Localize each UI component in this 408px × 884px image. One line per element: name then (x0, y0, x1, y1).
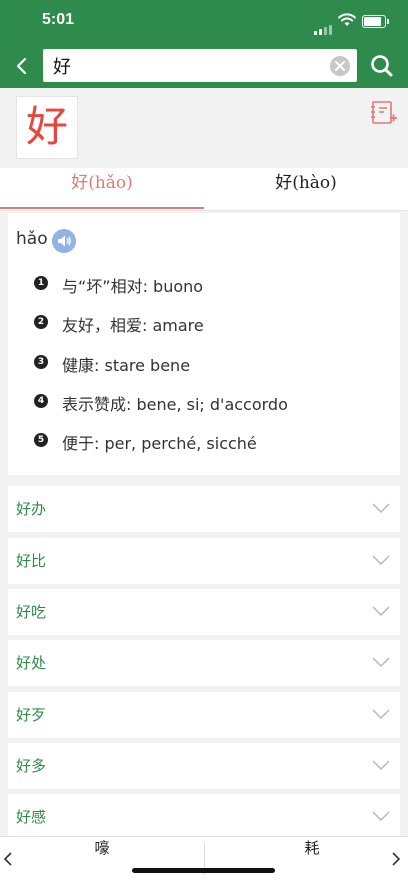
tab-hao4[interactable]: 好(hào) (204, 168, 408, 208)
word-label: 好处 (16, 654, 47, 672)
chevron-down-icon (372, 503, 390, 513)
definition-text: 与“坏”相对: buono (62, 277, 204, 296)
word-row[interactable]: 好歹 (8, 692, 400, 738)
word-label: 好办 (16, 500, 47, 518)
chevron-down-icon (372, 811, 390, 821)
status-bar: 5:01 (0, 0, 408, 44)
word-row[interactable]: 好多 (8, 743, 400, 789)
word-row[interactable]: 好比 (8, 538, 400, 584)
definition-number: 5 (34, 433, 48, 447)
chevron-down-icon (372, 555, 390, 565)
word-row[interactable]: 好处 (8, 640, 400, 686)
chevron-down-icon (372, 606, 390, 616)
search-field[interactable] (43, 49, 357, 82)
character-glyph: 好 (25, 102, 68, 151)
add-to-notebook-icon[interactable] (370, 99, 398, 127)
search-input[interactable] (53, 49, 323, 82)
chevron-down-icon (372, 709, 390, 719)
search-header (0, 44, 408, 88)
previous-word-button[interactable]: 嚎 (0, 837, 204, 881)
search-icon[interactable] (368, 52, 396, 80)
pinyin-label: hǎo (16, 229, 48, 249)
definition-number: 2 (34, 315, 48, 329)
word-label: 好比 (16, 552, 47, 570)
word-row[interactable]: 好感 (8, 794, 400, 840)
word-label: 好歹 (16, 706, 47, 724)
character-header: 好 (0, 88, 408, 168)
speaker-icon[interactable] (52, 229, 76, 253)
definition-text: 健康: stare bene (62, 356, 191, 375)
character-box: 好 (16, 96, 78, 159)
word-row[interactable]: 好吃 (8, 589, 400, 635)
tab-hao3[interactable]: 好(hǎo) (0, 168, 204, 209)
next-word-button[interactable]: 耗 (216, 837, 408, 881)
pronunciation-tabs: 好(hǎo) 好(hào) (0, 168, 408, 211)
definition-number: 4 (34, 394, 48, 408)
back-chevron-icon[interactable] (8, 52, 36, 80)
word-label: 好吃 (16, 603, 47, 621)
next-arrow-icon[interactable] (390, 851, 402, 867)
definition-text: 便于: per, perché, sicché (62, 434, 257, 453)
definition-text: 友好，相爱: amare (62, 316, 204, 335)
word-label: 好感 (16, 808, 47, 826)
home-indicator (132, 868, 275, 873)
chevron-down-icon (372, 760, 390, 770)
chevron-down-icon (372, 657, 390, 667)
word-navigation-bar: 嚎 耗 (0, 836, 408, 884)
cellular-signal-icon (314, 16, 334, 35)
clear-search-icon[interactable] (329, 55, 351, 77)
battery-icon (362, 15, 389, 28)
wifi-icon (338, 13, 356, 26)
definition-text: 表示赞成: bene, si; d'accordo (62, 395, 288, 414)
definition-number: 1 (34, 276, 48, 290)
word-row[interactable]: 好办 (8, 486, 400, 532)
definition-number: 3 (34, 355, 48, 369)
definition-card: hǎo 1 与“坏”相对: buono 2 友好，相爱: amare 3 健康:… (8, 213, 400, 475)
status-time: 5:01 (42, 11, 75, 28)
word-label: 好多 (16, 757, 47, 775)
